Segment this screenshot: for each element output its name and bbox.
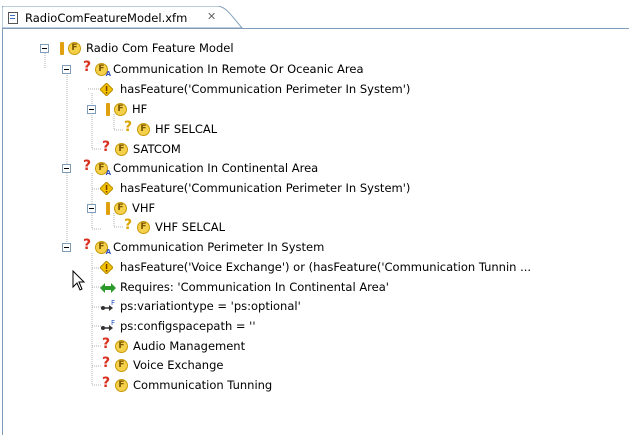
node-label: Communication Tunning — [133, 378, 273, 392]
feature-icon: F — [114, 103, 127, 116]
node-label: SATCOM — [133, 142, 181, 156]
tree-node-constraint[interactable]: hasFeature('Communication Perimeter In S… — [100, 80, 460, 100]
tree-node-attribute[interactable]: F ps:variationtype = 'ps:optional' — [100, 297, 400, 317]
node-label: hasFeature('Communication Perimeter In S… — [120, 181, 411, 195]
tree-node-vhf[interactable]: F VHF — [87, 199, 187, 219]
constraint-warning-icon — [100, 261, 113, 274]
optional-icon: ? — [102, 355, 111, 371]
tree-node-requires[interactable]: Requires: 'Communication In Continental … — [100, 278, 460, 298]
optional-icon: ? — [124, 217, 133, 233]
tree-node-constraint[interactable]: hasFeature('Voice Exchange') or (hasFeat… — [100, 258, 620, 278]
feature-alternative-icon: FA — [95, 162, 111, 177]
tree-node-hf-selcal[interactable]: ? F HF SELCAL — [124, 119, 244, 140]
mandatory-icon — [106, 103, 110, 116]
tree-node-hf[interactable]: F HF — [87, 100, 187, 120]
node-label: Voice Exchange — [133, 358, 224, 372]
svg-text:F: F — [111, 319, 115, 327]
optional-icon: ? — [124, 119, 133, 135]
requires-arrow-icon — [100, 283, 116, 293]
constraint-warning-icon — [100, 182, 113, 195]
node-label: ps:variationtype = 'ps:optional' — [120, 299, 301, 313]
collapse-toggle-icon[interactable] — [87, 204, 96, 213]
constraint-warning-icon — [100, 83, 113, 96]
node-label: Audio Management — [133, 339, 246, 353]
feature-icon: F — [115, 340, 128, 353]
node-label: HF SELCAL — [155, 122, 218, 136]
tree-node-tunning[interactable]: ? F Communication Tunning — [102, 375, 322, 396]
feature-icon: F — [114, 202, 127, 215]
tree-node-constraint[interactable]: hasFeature('Communication Perimeter In S… — [100, 179, 460, 199]
tree-node-perimeter[interactable]: ? FA Communication Perimeter In System — [62, 237, 422, 258]
mandatory-icon — [60, 42, 64, 55]
node-label: ps:configspacepath = '' — [120, 319, 256, 333]
optional-icon: ? — [83, 237, 92, 253]
tree-node-remote-oceanic[interactable]: ? FA Communication In Remote Or Oceanic … — [62, 59, 422, 80]
feature-icon: F — [115, 359, 128, 372]
node-label: Radio Com Feature Model — [86, 41, 234, 55]
optional-icon: ? — [83, 59, 92, 75]
feature-icon: F — [137, 123, 150, 136]
node-label: Communication In Remote Or Oceanic Area — [113, 62, 364, 76]
optional-icon: ? — [102, 375, 111, 391]
tree-node-root[interactable]: F Radio Com Feature Model — [40, 39, 270, 59]
node-label: Communication In Continental Area — [113, 161, 319, 175]
node-label: hasFeature('Communication Perimeter In S… — [120, 82, 411, 96]
collapse-toggle-icon[interactable] — [40, 44, 49, 53]
node-label: hasFeature('Voice Exchange') or (hasFeat… — [120, 260, 532, 274]
optional-icon: ? — [102, 336, 111, 352]
feature-icon: F — [115, 143, 128, 156]
collapse-toggle-icon[interactable] — [62, 65, 71, 74]
feature-icon: F — [68, 42, 81, 55]
node-label: Communication Perimeter In System — [113, 240, 325, 254]
optional-icon: ? — [83, 158, 92, 174]
mouse-cursor-icon — [72, 270, 86, 291]
collapse-toggle-icon[interactable] — [62, 243, 71, 252]
tree-node-satcom[interactable]: ? F SATCOM — [102, 139, 222, 160]
node-label: VHF — [132, 201, 156, 215]
mandatory-icon — [106, 202, 110, 215]
tree-node-vhf-selcal[interactable]: ? F VHF SELCAL — [124, 217, 244, 238]
collapse-toggle-icon[interactable] — [62, 164, 71, 173]
tree-node-attribute[interactable]: F ps:configspacepath = '' — [100, 317, 400, 337]
node-label: HF — [132, 102, 148, 116]
feature-icon: F — [115, 379, 128, 392]
svg-text:F: F — [111, 299, 115, 307]
attribute-icon: F — [101, 299, 115, 311]
feature-alternative-icon: FA — [95, 241, 111, 256]
feature-alternative-icon: FA — [95, 63, 111, 78]
collapse-toggle-icon[interactable] — [87, 105, 96, 114]
tree-node-voice[interactable]: ? F Voice Exchange — [102, 355, 302, 376]
feature-icon: F — [137, 221, 150, 234]
node-label: Requires: 'Communication In Continental … — [120, 280, 389, 294]
tree-node-audio[interactable]: ? F Audio Management — [102, 336, 302, 357]
attribute-icon: F — [101, 319, 115, 331]
node-label: VHF SELCAL — [155, 220, 226, 234]
tree-node-continental[interactable]: ? FA Communication In Continental Area — [62, 158, 422, 179]
optional-icon: ? — [102, 139, 111, 155]
